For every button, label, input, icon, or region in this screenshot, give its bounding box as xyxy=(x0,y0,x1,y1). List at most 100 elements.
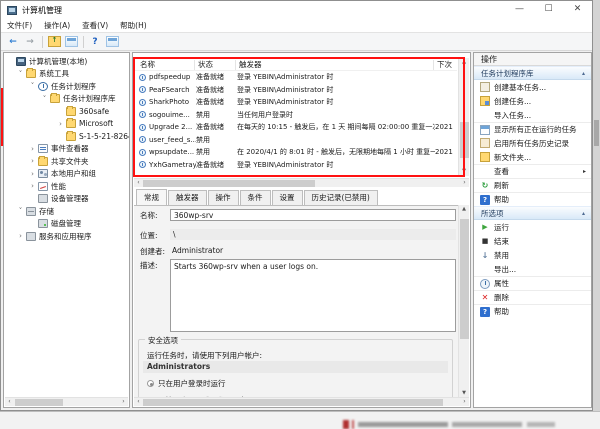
tree-expander-icon[interactable]: › xyxy=(56,120,65,128)
task-row[interactable]: YxhGametray 准备就绪 登录 YEBIN\Administrator … xyxy=(134,159,457,172)
tree-item[interactable]: ˅ 任务计划程序库 xyxy=(4,93,129,106)
properties-tab[interactable]: 设置 xyxy=(272,190,303,205)
actions-section-library[interactable]: 任务计划程序库 ▴ xyxy=(474,66,591,80)
scroll-right-icon[interactable]: › xyxy=(119,398,128,406)
scroll-up-icon[interactable]: ▲ xyxy=(459,205,469,214)
action-item[interactable]: ▶ 运行 xyxy=(474,220,591,234)
tree-item[interactable]: 360safe xyxy=(4,105,129,118)
action-item[interactable]: 创建任务... xyxy=(474,94,591,108)
column-trigger[interactable]: 触发器 xyxy=(239,59,262,70)
column-name[interactable]: 名称 xyxy=(140,59,155,70)
properties-tab[interactable]: 常规 xyxy=(136,189,167,205)
action-item[interactable]: ■ 结束 xyxy=(474,234,591,248)
tree-item[interactable]: ˅ 任务计划程序 xyxy=(4,80,129,93)
tree-item[interactable]: › 性能 xyxy=(4,180,129,193)
tree-item[interactable]: ˅ 系统工具 xyxy=(4,68,129,81)
menu-help[interactable]: 帮助(H) xyxy=(114,20,153,31)
properties-horizontal-scrollbar[interactable]: ‹ › xyxy=(134,397,469,406)
task-row[interactable]: PeaFSearch 准备就绪 登录 YEBIN\Administrator 时 xyxy=(134,84,457,97)
action-item[interactable]: 创建基本任务... xyxy=(474,80,591,94)
properties-tab[interactable]: 历史记录(已禁用) xyxy=(304,190,378,205)
tree-item[interactable]: 设备管理器 xyxy=(4,193,129,206)
tree-item[interactable]: › 本地用户和组 xyxy=(4,168,129,181)
scroll-down-icon[interactable]: ▼ xyxy=(459,167,469,176)
menu-file[interactable]: 文件(F) xyxy=(1,20,38,31)
tree-item[interactable]: › 服务和应用程序 xyxy=(4,230,129,243)
action-item[interactable]: 新文件夹... xyxy=(474,150,591,164)
action-item[interactable]: 导出... xyxy=(474,262,591,276)
tree-item[interactable]: S-1-5-21-8264 xyxy=(4,130,129,143)
task-name-input[interactable]: 360wp-srv xyxy=(170,209,456,221)
scroll-left-icon[interactable]: ‹ xyxy=(134,398,143,406)
maximize-button[interactable]: ☐ xyxy=(534,1,563,19)
scroll-right-icon[interactable]: › xyxy=(460,179,469,187)
tree-expander-icon[interactable]: ˅ xyxy=(16,70,25,78)
action-item[interactable]: ↓ 禁用 xyxy=(474,248,591,262)
tree-item[interactable]: › 共享文件夹 xyxy=(4,155,129,168)
action-item[interactable]: 查看 ▸ xyxy=(474,164,591,178)
scroll-right-icon[interactable]: › xyxy=(460,398,469,406)
collapse-icon[interactable]: ▴ xyxy=(582,207,585,221)
tree-item[interactable]: › 事件查看器 xyxy=(4,143,129,156)
tree-item[interactable]: ˅ 存储 xyxy=(4,205,129,218)
column-divider[interactable] xyxy=(433,60,434,70)
task-row[interactable]: SharkPhoto 准备就绪 登录 YEBIN\Administrator 时 xyxy=(134,96,457,109)
properties-vertical-scrollbar[interactable]: ▲ ▼ xyxy=(458,205,469,398)
forward-arrow-icon[interactable]: → xyxy=(22,35,38,49)
menu-view[interactable]: 查看(V) xyxy=(76,20,114,31)
back-arrow-icon[interactable]: ← xyxy=(5,35,21,49)
action-item[interactable]: 显示所有正在运行的任务 xyxy=(474,122,591,136)
help-icon[interactable]: ? xyxy=(87,35,103,49)
tree-expander-icon[interactable]: ˅ xyxy=(16,207,25,215)
properties-tab[interactable]: 触发器 xyxy=(168,190,207,205)
tree-expander-icon[interactable]: › xyxy=(16,232,25,240)
task-description-box[interactable]: Starts 360wp-srv when a user logs on. xyxy=(170,259,456,332)
menu-action[interactable]: 操作(A) xyxy=(38,20,76,31)
tree-expander-icon[interactable]: ˅ xyxy=(28,82,37,90)
minimize-button[interactable]: — xyxy=(505,1,534,19)
close-button[interactable]: ✕ xyxy=(563,1,592,19)
tree-expander-icon[interactable]: › xyxy=(28,170,37,178)
column-next[interactable]: 下次 xyxy=(437,59,452,70)
tree-expander-icon[interactable]: › xyxy=(28,182,37,190)
collapse-icon[interactable]: ▴ xyxy=(582,67,585,81)
task-list-vertical-scrollbar[interactable]: ▲ ▼ xyxy=(458,58,469,176)
task-row[interactable]: sogouime... 禁用 当任何用户登录时 xyxy=(134,109,457,122)
properties-tab[interactable]: 操作 xyxy=(208,190,239,205)
radio-run-logged-on[interactable] xyxy=(147,380,154,387)
action-item[interactable]: ? 帮助 xyxy=(474,304,591,318)
action-item[interactable]: 属性 xyxy=(474,276,591,290)
scrollbar-thumb[interactable] xyxy=(143,399,443,406)
column-divider[interactable] xyxy=(194,60,195,70)
task-row[interactable]: Upgrade 2... 准备就绪 在每天的 10:15 - 触发后，在 1 天… xyxy=(134,121,457,134)
tree-expander-icon[interactable]: › xyxy=(28,157,37,165)
scrollbar-thumb[interactable] xyxy=(143,180,315,187)
console-window-icon[interactable] xyxy=(63,35,79,49)
tree-expander-icon[interactable]: ˅ xyxy=(40,95,49,103)
tree-horizontal-scrollbar[interactable]: ‹ › xyxy=(5,397,128,406)
scrollbar-thumb[interactable] xyxy=(15,399,63,406)
task-row[interactable]: pdfspeedup 准备就绪 登录 YEBIN\Administrator 时 xyxy=(134,71,457,84)
console-window-icon[interactable] xyxy=(104,35,120,49)
scroll-up-icon[interactable]: ▲ xyxy=(459,58,469,67)
tree-item[interactable]: › Microsoft xyxy=(4,118,129,131)
action-item[interactable]: ↻ 刷新 xyxy=(474,178,591,192)
scrollbar-thumb[interactable] xyxy=(460,122,469,158)
scroll-left-icon[interactable]: ‹ xyxy=(5,398,14,406)
action-item[interactable]: 导入任务... xyxy=(474,108,591,122)
title-bar[interactable]: 计算机管理 — ☐ ✕ xyxy=(1,1,592,19)
tree-item[interactable]: 计算机管理(本地) xyxy=(4,55,129,68)
actions-section-selected[interactable]: 所选项 ▴ xyxy=(474,206,591,220)
properties-tab[interactable]: 条件 xyxy=(240,190,271,205)
action-item[interactable]: ? 帮助 xyxy=(474,192,591,206)
scroll-left-icon[interactable]: ‹ xyxy=(134,179,143,187)
task-list-horizontal-scrollbar[interactable]: ‹ › xyxy=(134,178,469,187)
action-item[interactable]: ✕ 删除 xyxy=(474,290,591,304)
tree-expander-icon[interactable]: › xyxy=(28,145,37,153)
up-folder-icon[interactable] xyxy=(46,35,62,49)
task-row[interactable]: user_feed_s... 禁用 xyxy=(134,134,457,147)
task-row[interactable]: wpsupdate... 禁用 在 2020/4/1 的 8:01 时 - 触发… xyxy=(134,146,457,159)
column-divider[interactable] xyxy=(235,60,236,70)
scrollbar-thumb[interactable] xyxy=(460,219,469,339)
column-status[interactable]: 状态 xyxy=(198,59,213,70)
